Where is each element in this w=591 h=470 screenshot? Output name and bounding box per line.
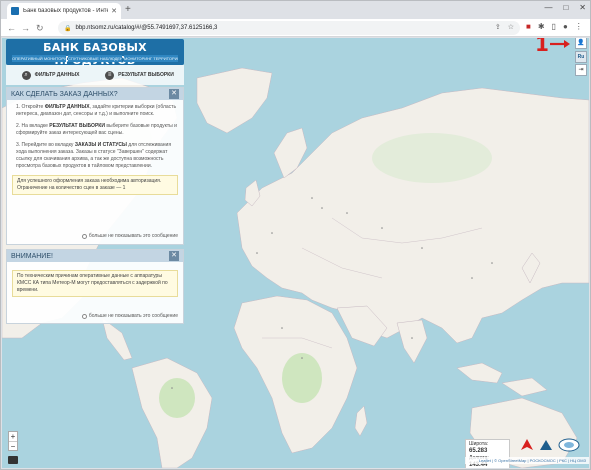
step-3: 3. Перейдите во вкладку ЗАКАЗЫ И СТАТУСЫ…	[16, 142, 172, 169]
steps-list: 1. Откройте ФИЛЬТР ДАННЫХ, задайте крите…	[7, 100, 183, 170]
dont-show-label: больше не показывать это сообщение	[88, 233, 178, 239]
map-page[interactable]: БАНК БАЗОВЫХ ПРОДУКТОВ ОПЕРАТИВНЫЙ МОНИТ…	[2, 38, 589, 468]
window-controls: — □ ✕	[544, 3, 586, 12]
logout-button[interactable]: ⇥	[575, 64, 587, 76]
profile-icon[interactable]: ●	[563, 22, 568, 31]
sidepanel-icon[interactable]: ▯	[552, 22, 556, 31]
zoom-out-button[interactable]: −	[9, 441, 17, 451]
bookmark-star-icon[interactable]: ☆	[508, 23, 514, 31]
site-logo[interactable]: БАНК БАЗОВЫХ ПРОДУКТОВ ОПЕРАТИВНЫЙ МОНИТ…	[6, 39, 184, 67]
user-icon: 👤	[577, 40, 585, 46]
roscosmos-logo-icon[interactable]	[520, 438, 534, 452]
logo-title: БАНК БАЗОВЫХ ПРОДУКТОВ	[43, 41, 147, 67]
menu-kebab-icon[interactable]: ⋮	[575, 22, 583, 31]
close-window-button[interactable]: ✕	[579, 3, 586, 12]
step-1: 1. Откройте ФИЛЬТР ДАННЫХ, задайте крите…	[16, 104, 177, 117]
callout-arrow-icon	[549, 40, 570, 48]
url-text: bbp.ntsomz.ru/catalog/#/@55.7491697,37.6…	[75, 25, 218, 31]
map-attribution[interactable]: Leaflet | © OpenStreetMap | РОСКОСМОС | …	[465, 457, 589, 464]
reload-button[interactable]: ↻	[36, 22, 44, 34]
warning-note: По техническим причинам оперативные данн…	[12, 270, 178, 297]
extensions-puzzle-icon[interactable]: ✱	[538, 22, 545, 31]
share-icon[interactable]: ⇪	[495, 23, 501, 31]
close-icon[interactable]: ✕	[169, 89, 179, 99]
back-button[interactable]: ←	[7, 22, 16, 34]
language-button[interactable]: Ru	[575, 51, 587, 63]
favicon-icon	[11, 7, 19, 15]
result-label: РЕЗУЛЬТАТ ВЫБОРКИ	[118, 72, 174, 78]
logo-subtitle-bar: ОПЕРАТИВНЫЙ МОНИТОРИНГ СПУТНИКОВЫЕ НАБЛЮ…	[12, 55, 178, 62]
tab-strip: Банк базовых продуктов - Инте ✕ + — □ ✕	[1, 1, 590, 19]
checkbox-icon[interactable]	[81, 233, 87, 239]
panel-header: ВНИМАНИЕ! ✕	[7, 250, 183, 262]
dont-show-label: больше не показывать это сообщение	[88, 313, 178, 319]
result-button[interactable]: ≡ РЕЗУЛЬТАТ ВЫБОРКИ	[95, 65, 184, 85]
how-to-order-panel: КАК СДЕЛАТЬ ЗАКАЗ ДАННЫХ? ✕ 1. Откройте …	[6, 87, 184, 245]
layers-icon[interactable]	[8, 456, 18, 464]
warning-panel: ВНИМАНИЕ! ✕ По техническим причинам опер…	[6, 249, 184, 324]
tab-title: Банк базовых продуктов - Инте	[23, 8, 109, 14]
panel-title: КАК СДЕЛАТЬ ЗАКАЗ ДАННЫХ?	[11, 90, 118, 98]
latitude-row: Широта: 65.283	[469, 441, 489, 454]
panel-header: КАК СДЕЛАТЬ ЗАКАЗ ДАННЫХ? ✕	[7, 88, 183, 100]
zoom-control: + −	[8, 431, 18, 451]
lock-icon: 🔒	[64, 25, 72, 32]
dont-show-checkbox[interactable]: больше не показывать это сообщение	[81, 313, 178, 319]
browser-toolbar: ← → ↻ 🔒 bbp.ntsomz.ru/catalog/#/@55.7491…	[1, 19, 590, 37]
dont-show-checkbox[interactable]: больше не показывать это сообщение	[81, 233, 178, 239]
user-login-button[interactable]: 👤	[575, 38, 587, 49]
search-icon: ⌕	[21, 70, 31, 80]
zoom-in-button[interactable]: +	[9, 432, 17, 441]
filter-toolbar: ⌕ ФИЛЬТР ДАННЫХ ≡ РЕЗУЛЬТАТ ВЫБОРКИ	[6, 65, 184, 85]
auth-note: Для успешного оформления заказа необходи…	[12, 175, 178, 195]
toolbar-icons: ■ ✱ ▯ ● ⋮	[526, 22, 583, 31]
logout-icon: ⇥	[578, 67, 584, 73]
rks-logo-icon[interactable]	[539, 438, 553, 452]
callout-number: 1	[535, 38, 549, 56]
forward-button[interactable]: →	[21, 22, 30, 34]
data-filter-button[interactable]: ⌕ ФИЛЬТР ДАННЫХ	[6, 65, 95, 85]
step-2: 2. На вкладке РЕЗУЛЬТАТ ВЫБОРКИ выберите…	[16, 123, 177, 136]
logo-sub-item: МОНИТОРИНГ ТЕРРИТОРИЙ	[124, 55, 178, 62]
minimize-button[interactable]: —	[544, 3, 552, 12]
checkbox-icon[interactable]	[81, 313, 87, 319]
data-filter-label: ФИЛЬТР ДАННЫХ	[34, 72, 80, 78]
logo-sub-item: ОПЕРАТИВНЫЙ МОНИТОРИНГ	[12, 55, 66, 62]
ntsomz-logo-icon[interactable]	[558, 438, 580, 452]
tab-close-icon[interactable]: ✕	[111, 7, 117, 15]
new-tab-button[interactable]: +	[125, 4, 131, 16]
close-icon[interactable]: ✕	[169, 251, 179, 261]
result-icon: ≡	[105, 70, 115, 80]
agency-logos	[520, 438, 580, 452]
maximize-button[interactable]: □	[563, 3, 568, 12]
panel-title: ВНИМАНИЕ!	[11, 252, 53, 260]
logo-sub-item: СПУТНИКОВЫЕ НАБЛЮДЕНИЯ	[68, 55, 122, 62]
browser-window: Банк базовых продуктов - Инте ✕ + — □ ✕ …	[0, 0, 591, 470]
latitude-value: 65.283	[469, 448, 488, 454]
extension-red-icon[interactable]: ■	[526, 22, 531, 31]
callout-annotation: 1	[535, 38, 571, 56]
address-bar[interactable]: 🔒 bbp.ntsomz.ru/catalog/#/@55.7491697,37…	[58, 21, 520, 35]
browser-tab[interactable]: Банк базовых продуктов - Инте ✕	[7, 3, 121, 19]
